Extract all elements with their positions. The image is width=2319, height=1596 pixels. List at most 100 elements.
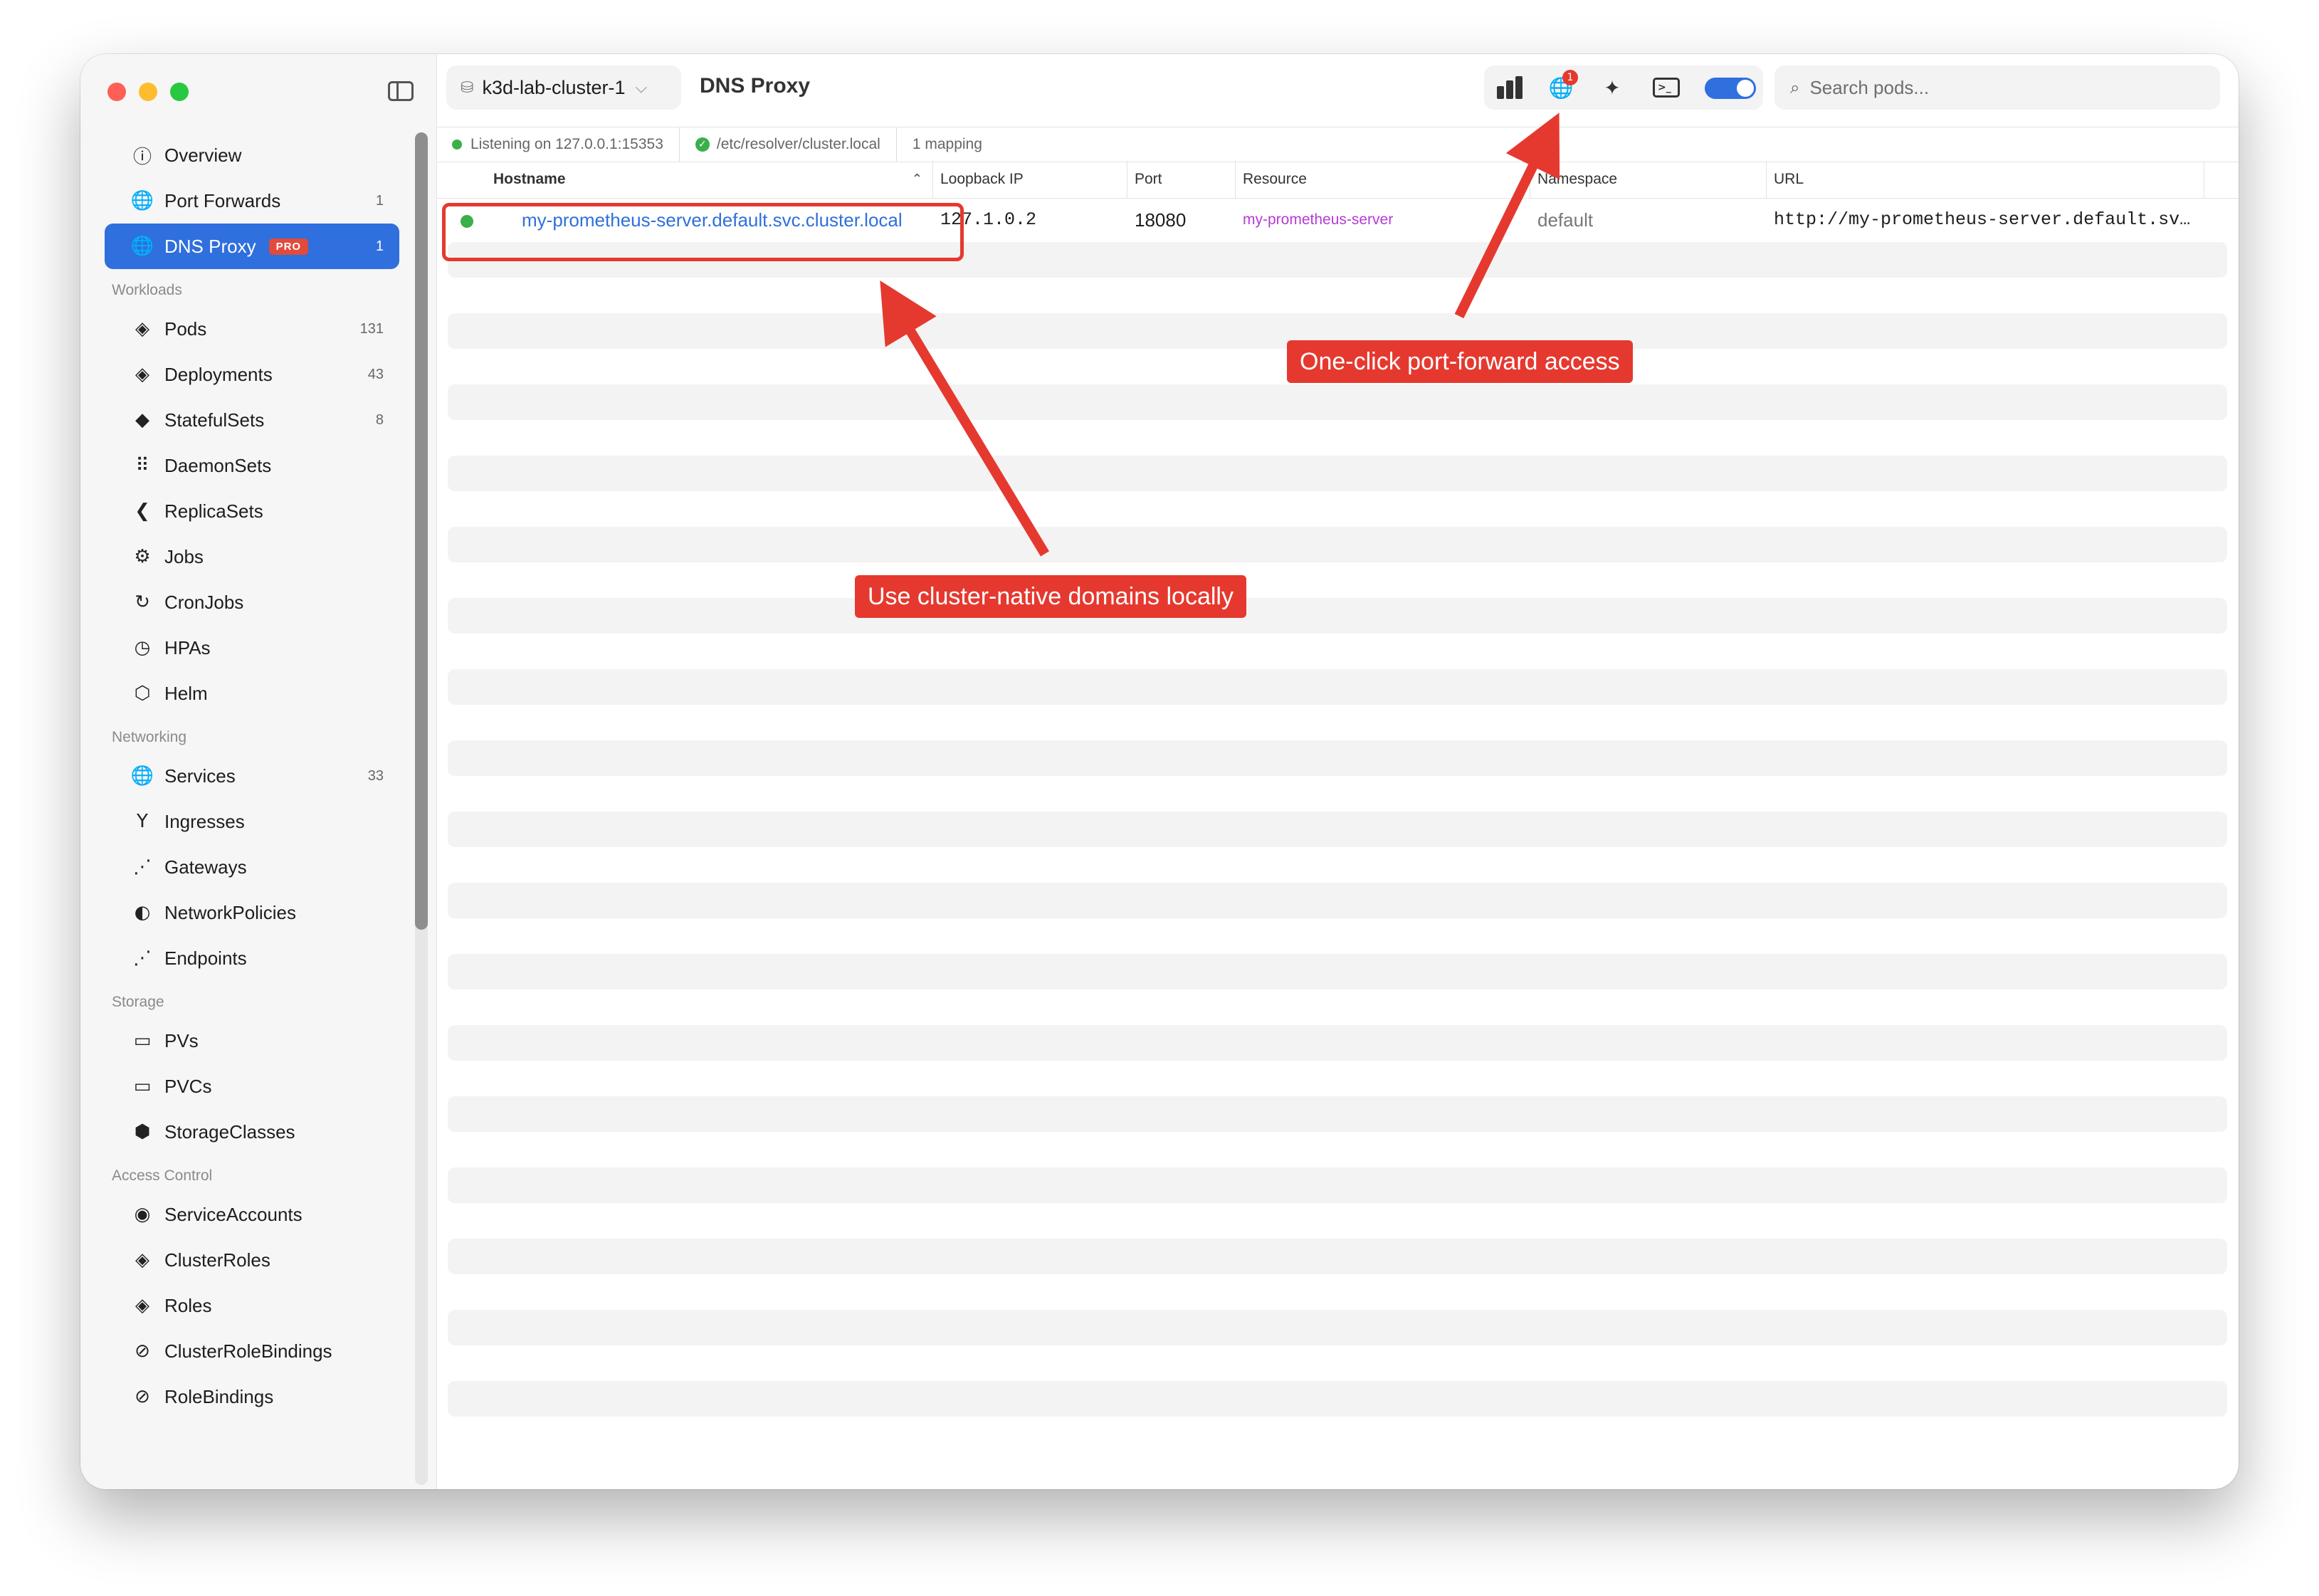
drive-link-icon: ▭ <box>133 1076 152 1097</box>
sidebar-item-networkpolicies[interactable]: ◐ NetworkPolicies <box>105 890 399 935</box>
sidebar-item-overview[interactable]: ⓘ Overview <box>105 132 399 178</box>
sidebar-toggle-icon[interactable] <box>388 81 414 101</box>
sparkle-icon: ✦ <box>1604 75 1621 100</box>
sidebar-item-ingresses[interactable]: Y Ingresses <box>105 799 399 844</box>
empty-row <box>448 456 2227 491</box>
sidebar-item-storageclasses[interactable]: ⬢ StorageClasses <box>105 1109 399 1155</box>
grid-dots-icon: ⠿ <box>135 455 149 476</box>
sidebar-item-rolebindings[interactable]: ⊘ RoleBindings <box>105 1374 399 1419</box>
resolver-text: /etc/resolver/cluster.local <box>716 136 880 152</box>
sidebar-item-pvcs[interactable]: ▭ PVCs <box>105 1064 399 1109</box>
sidebar-item-replicasets[interactable]: ❮ ReplicaSets <box>105 488 399 534</box>
sidebar-item-label: DaemonSets <box>164 454 272 476</box>
resource-link[interactable]: my-prometheus-server <box>1243 198 1527 242</box>
sidebar-section-heading: Storage <box>112 994 164 1010</box>
sidebar-item-statefulsets[interactable]: ◆ StatefulSets 8 <box>105 397 399 443</box>
sidebar-scroll-thumb[interactable] <box>415 132 428 930</box>
empty-row <box>448 598 2227 634</box>
sidebar-item-label: Services <box>164 765 236 787</box>
listening-text: Listening on 127.0.0.1:15353 <box>470 136 663 152</box>
sidebar-item-serviceaccounts[interactable]: ◉ ServiceAccounts <box>105 1192 399 1237</box>
sidebar-item-hpas[interactable]: ◷ HPAs <box>105 625 399 671</box>
sidebar-item-label: Ingresses <box>164 810 245 832</box>
sidebar-item-label: Port Forwards <box>164 189 281 211</box>
column-label: Port <box>1135 171 1162 187</box>
sidebar-item-label: StorageClasses <box>164 1120 295 1143</box>
sidebar-item-count: 8 <box>375 411 384 428</box>
zoom-window-button[interactable] <box>170 83 189 101</box>
sidebar-item-pods[interactable]: ◈ Pods 131 <box>105 306 399 352</box>
table-header: Hostname ⌃ Loopback IP Port Resource Nam… <box>436 161 2239 199</box>
sidebar-item-jobs[interactable]: ⚙ Jobs <box>105 534 399 579</box>
ai-assistant-button[interactable]: ✦ <box>1592 65 1632 110</box>
mapping-count-text: 1 mapping <box>912 136 982 152</box>
sidebar-item-label: ClusterRoleBindings <box>164 1340 332 1362</box>
column-label: Hostname <box>493 171 566 187</box>
search-input[interactable] <box>1808 75 2196 100</box>
sidebar-item-label: Jobs <box>164 545 204 567</box>
person-circle-icon: ◉ <box>134 1204 151 1225</box>
port-cell: 18080 <box>1135 209 1187 231</box>
metrics-button[interactable] <box>1490 65 1530 110</box>
cluster-selector[interactable]: ⛁ k3d-lab-cluster-1 ⌵ <box>446 65 681 110</box>
sidebar-nav: ⓘ Overview 🌐 Port Forwards 1 🌐 DNS Proxy PRO 1 Wo… <box>80 132 408 1419</box>
empty-row <box>448 954 2227 989</box>
shield-icon: ◈ <box>135 1295 149 1316</box>
column-namespace[interactable]: Namespace <box>1530 161 1767 198</box>
sidebar-item-port-forwards[interactable]: 🌐 Port Forwards 1 <box>105 178 399 224</box>
cluster-name: k3d-lab-cluster-1 <box>482 76 626 98</box>
url-link[interactable]: http://my-prometheus-server.default.sv… <box>1774 198 2222 242</box>
sidebar-item-label: PVs <box>164 1029 199 1051</box>
column-label: Namespace <box>1537 171 1618 187</box>
port-forward-button[interactable]: 🌐 1 <box>1541 65 1581 110</box>
sidebar-item-gateways[interactable]: ⋰ Gateways <box>105 844 399 890</box>
empty-row <box>448 740 2227 776</box>
gauge-icon: ◷ <box>134 637 151 658</box>
mode-toggle[interactable] <box>1705 78 1756 99</box>
sidebar-item-endpoints[interactable]: ⋰ Endpoints <box>105 935 399 981</box>
sidebar-item-helm[interactable]: ⬡ Helm <box>105 671 399 716</box>
sidebar-item-clusterrolebindings[interactable]: ⊘ ClusterRoleBindings <box>105 1328 399 1374</box>
search-bar[interactable]: ⌕ <box>1774 65 2220 110</box>
column-port[interactable]: Port <box>1127 161 1236 198</box>
sidebar-item-label: DNS Proxy <box>164 235 256 257</box>
sort-ascending-icon: ⌃ <box>911 172 922 187</box>
sidebar-item-clusterroles[interactable]: ◈ ClusterRoles <box>105 1237 399 1283</box>
callout-cluster-domains: Use cluster-native domains locally <box>855 575 1246 618</box>
sidebar-item-services[interactable]: 🌐 Services 33 <box>105 753 399 799</box>
sidebar-item-roles[interactable]: ◈ Roles <box>105 1283 399 1328</box>
fork-icon: Y <box>137 811 148 832</box>
globe-icon: 🌐 <box>130 765 154 787</box>
sidebar: ⓘ Overview 🌐 Port Forwards 1 🌐 DNS Proxy PRO 1 Wo… <box>80 54 437 1489</box>
cube-icon: ⬡ <box>134 683 151 704</box>
sidebar-item-pvs[interactable]: ▭ PVs <box>105 1018 399 1064</box>
sidebar-item-deployments[interactable]: ◈ Deployments 43 <box>105 352 399 397</box>
sidebar-item-daemonsets[interactable]: ⠿ DaemonSets <box>105 443 399 488</box>
empty-row <box>448 1239 2227 1274</box>
shield-icon: ◈ <box>135 1249 149 1271</box>
status-bar: Listening on 127.0.0.1:15353 ✓ /etc/reso… <box>436 127 2239 162</box>
info-circle-icon: ⓘ <box>132 146 152 168</box>
empty-row <box>448 1096 2227 1132</box>
server-icon: ⛁ <box>461 78 474 97</box>
sidebar-item-label: Gateways <box>164 856 247 878</box>
sidebar-item-label: ClusterRoles <box>164 1249 270 1271</box>
sidebar-scrollbar[interactable] <box>415 132 428 1485</box>
sidebar-item-count: 43 <box>367 366 384 382</box>
column-url[interactable]: URL <box>1767 161 2204 198</box>
column-hostname[interactable]: Hostname ⌃ <box>486 161 933 198</box>
sidebar-item-cronjobs[interactable]: ↻ CronJobs <box>105 579 399 625</box>
mapping-count: 1 mapping <box>897 127 998 162</box>
listening-status: Listening on 127.0.0.1:15353 <box>436 127 680 162</box>
empty-row <box>448 812 2227 847</box>
minimize-window-button[interactable] <box>139 83 157 101</box>
sidebar-item-dns-proxy[interactable]: 🌐 DNS Proxy PRO 1 <box>105 224 399 269</box>
column-resource[interactable]: Resource <box>1236 161 1530 198</box>
nodes-icon: ⋰ <box>133 856 152 878</box>
close-window-button[interactable] <box>107 83 126 101</box>
terminal-button[interactable]: >_ <box>1646 65 1686 110</box>
column-label: Resource <box>1243 171 1307 187</box>
empty-row <box>448 669 2227 705</box>
column-loopback-ip[interactable]: Loopback IP <box>933 161 1127 198</box>
sidebar-item-label: Roles <box>164 1294 212 1316</box>
